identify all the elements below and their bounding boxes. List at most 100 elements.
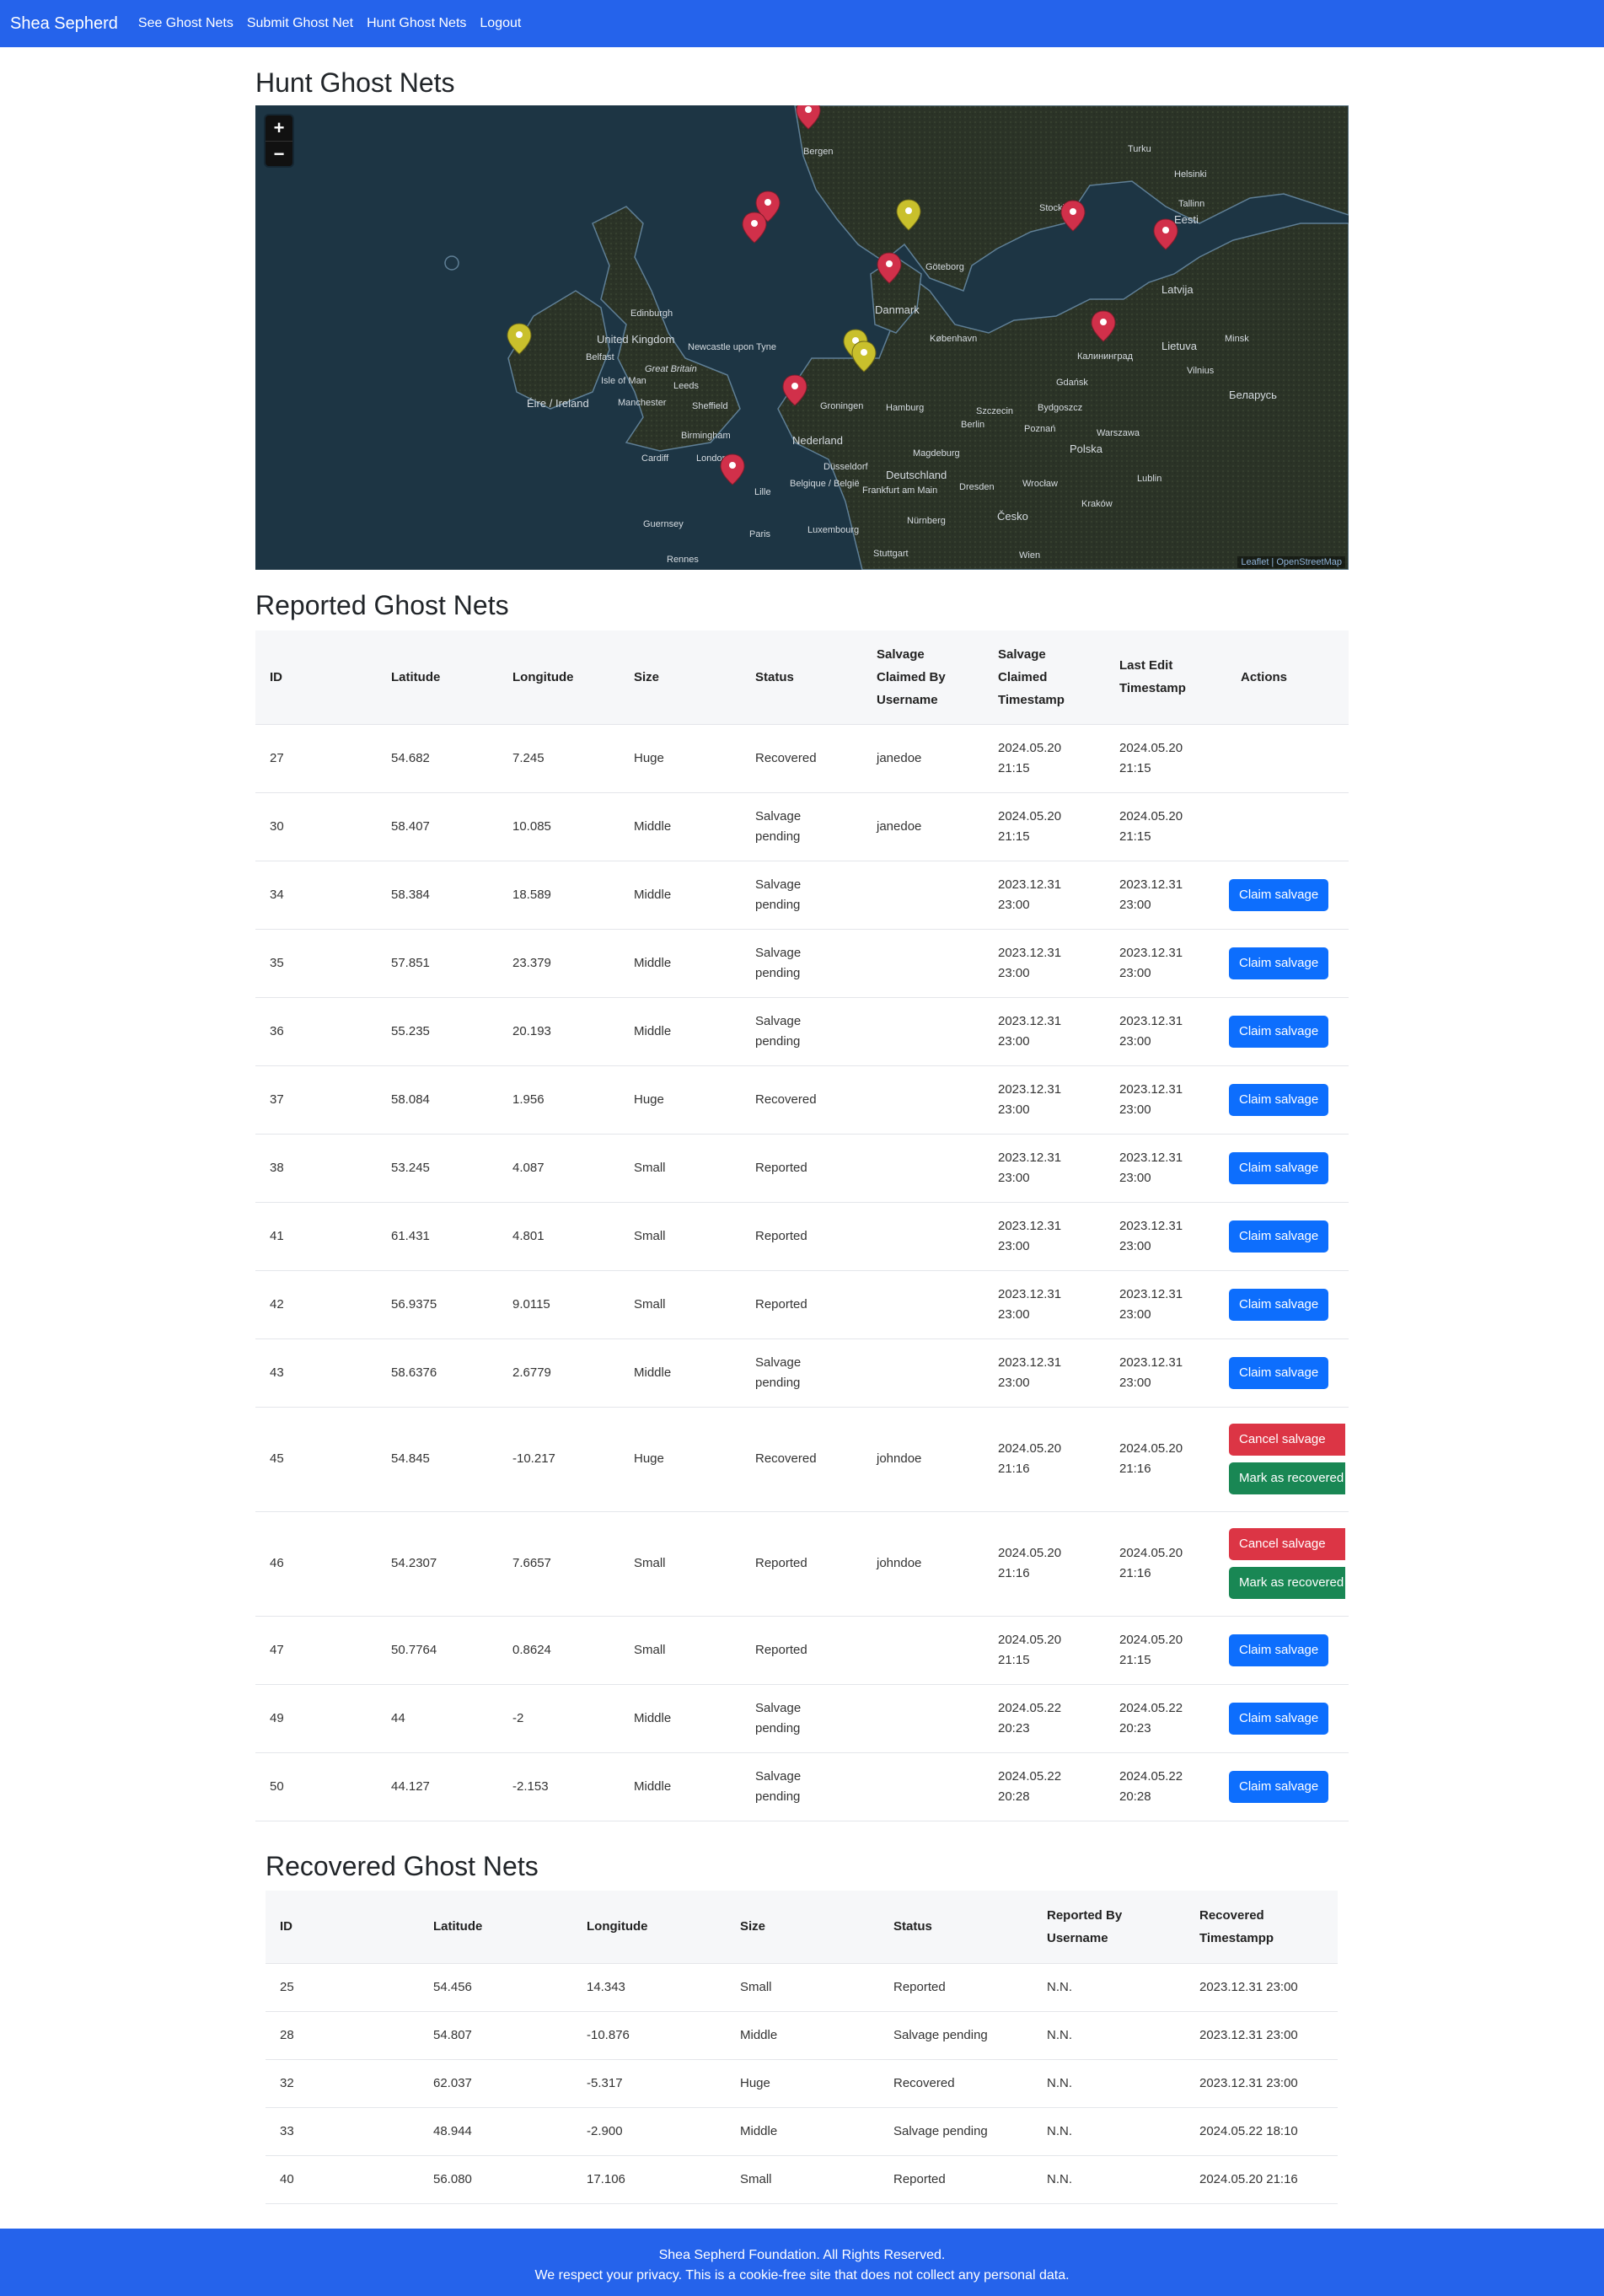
nav-logout[interactable]: Logout xyxy=(480,16,521,31)
rec-cell-id: 40 xyxy=(266,2154,419,2204)
reported-row: 47 50.7764 0.8624 Small Reported 2024.05.20 2… xyxy=(255,1615,1349,1684)
map-label-gdansk: Gdańsk xyxy=(1056,378,1088,388)
cell-latitude: 58.084 xyxy=(377,1065,498,1134)
cell-latitude: 55.235 xyxy=(377,996,498,1065)
brand-link[interactable]: Shea Sepherd xyxy=(10,14,118,34)
cell-status: Salvage pending xyxy=(741,928,862,997)
cell-status: Reported xyxy=(741,1615,862,1684)
map-label-nederland: Nederland xyxy=(792,434,843,447)
map-label-lietuva: Lietuva xyxy=(1161,340,1198,352)
map[interactable]: Bergen Turku Helsinki Tallinn Eesti Stoc… xyxy=(255,105,1349,570)
cell-longitude: 20.193 xyxy=(498,996,620,1065)
claim-salvage-button[interactable]: Claim salvage xyxy=(1229,1288,1329,1321)
cell-id: 41 xyxy=(255,1201,377,1270)
cell-edit-ts: 2024.05.22 20:28 xyxy=(1105,1752,1226,1821)
claim-salvage-button[interactable]: Claim salvage xyxy=(1229,1220,1329,1253)
map-label-sheffield: Sheffield xyxy=(692,401,728,411)
reported-row: 45 54.845 -10.217 Huge Recovered johndoe 2024.… xyxy=(255,1406,1349,1511)
rec-cell-reported-by: N.N. xyxy=(1033,2106,1185,2155)
nav-submit-ghost-net[interactable]: Submit Ghost Net xyxy=(247,16,353,31)
claim-salvage-button[interactable]: Claim salvage xyxy=(1229,1083,1329,1116)
cell-id: 30 xyxy=(255,791,377,861)
cell-status: Reported xyxy=(741,1133,862,1202)
rec-cell-latitude: 56.080 xyxy=(419,2154,572,2204)
nav-see-ghost-nets[interactable]: See Ghost Nets xyxy=(138,16,233,31)
cell-id: 38 xyxy=(255,1133,377,1202)
rec-col-id: ID xyxy=(266,1891,419,1963)
cell-actions: Claim salvage xyxy=(1226,1133,1349,1202)
nav-hunt-ghost-nets[interactable]: Hunt Ghost Nets xyxy=(367,16,466,31)
map-label-stuttgart: Stuttgart xyxy=(873,549,909,559)
col-edit-ts: Last Edit Timestamp xyxy=(1105,630,1226,724)
claim-salvage-button[interactable]: Claim salvage xyxy=(1229,1015,1329,1048)
rec-cell-recovered-ts: 2023.12.31 23:00 xyxy=(1185,2010,1338,2059)
claim-salvage-button[interactable]: Claim salvage xyxy=(1229,878,1329,911)
rec-cell-status: Recovered xyxy=(879,2058,1033,2107)
map-label-kaliningrad: Калининград xyxy=(1077,351,1134,362)
reported-row: 42 56.9375 9.0115 Small Reported 2023.12.31 2… xyxy=(255,1269,1349,1338)
col-id: ID xyxy=(255,630,377,724)
rec-cell-size: Small xyxy=(726,2154,879,2204)
claim-salvage-button[interactable]: Claim salvage xyxy=(1229,947,1329,979)
rec-cell-status: Reported xyxy=(879,1962,1033,2011)
hunt-title: Hunt Ghost Nets xyxy=(255,67,455,98)
map-label-cesko: Česko xyxy=(997,510,1028,523)
mark-recovered-button[interactable]: Mark as recovered xyxy=(1229,1567,1345,1599)
cell-claimed-ts: 2024.05.20 21:15 xyxy=(984,1615,1105,1684)
cancel-salvage-button[interactable]: Cancel salvage xyxy=(1229,1424,1345,1456)
cell-latitude: 61.431 xyxy=(377,1201,498,1270)
cell-claimed-by xyxy=(862,928,984,997)
claim-salvage-button[interactable]: Claim salvage xyxy=(1229,1356,1329,1389)
rec-cell-reported-by: N.N. xyxy=(1033,1962,1185,2011)
cell-size: Huge xyxy=(620,723,741,792)
cell-status: Salvage pending xyxy=(741,1752,862,1821)
cell-id: 34 xyxy=(255,860,377,929)
rec-cell-recovered-ts: 2024.05.20 21:16 xyxy=(1185,2154,1338,2204)
cell-latitude: 58.6376 xyxy=(377,1338,498,1407)
cell-claimed-by: johndoe xyxy=(862,1406,984,1511)
map-label-latvija: Latvija xyxy=(1161,283,1194,296)
claim-salvage-button[interactable]: Claim salvage xyxy=(1229,1151,1329,1184)
cell-edit-ts: 2024.05.20 21:15 xyxy=(1105,723,1226,792)
cell-claimed-ts: 2024.05.20 21:16 xyxy=(984,1510,1105,1616)
zoom-out-button[interactable]: − xyxy=(266,141,292,166)
cell-status: Reported xyxy=(741,1269,862,1338)
cell-latitude: 54.682 xyxy=(377,723,498,792)
cell-actions: Claim salvage xyxy=(1226,928,1349,997)
cell-edit-ts: 2024.05.22 20:23 xyxy=(1105,1683,1226,1752)
map-label-groningen: Groningen xyxy=(820,401,863,411)
zoom-in-button[interactable]: + xyxy=(266,115,292,141)
reported-row: 41 61.431 4.801 Small Reported 2023.12.31 23:… xyxy=(255,1201,1349,1270)
mark-recovered-button[interactable]: Mark as recovered xyxy=(1229,1462,1345,1494)
cell-edit-ts: 2023.12.31 23:00 xyxy=(1105,1338,1226,1407)
cell-claimed-ts: 2024.05.20 21:15 xyxy=(984,723,1105,792)
map-label-turku: Turku xyxy=(1128,144,1151,154)
map-label-berlin: Berlin xyxy=(961,420,984,430)
rec-cell-reported-by: N.N. xyxy=(1033,2058,1185,2107)
cell-size: Small xyxy=(620,1615,741,1684)
cell-edit-ts: 2024.05.20 21:15 xyxy=(1105,1615,1226,1684)
rec-cell-status: Reported xyxy=(879,2154,1033,2204)
cell-size: Middle xyxy=(620,1338,741,1407)
cell-claimed-ts: 2023.12.31 23:00 xyxy=(984,1133,1105,1202)
claim-salvage-button[interactable]: Claim salvage xyxy=(1229,1770,1329,1803)
map-attribution[interactable]: Leaflet | OpenStreetMap xyxy=(1237,556,1345,568)
cell-status: Reported xyxy=(741,1201,862,1270)
recovered-title: Recovered Ghost Nets xyxy=(266,1851,539,1881)
cell-longitude: 23.379 xyxy=(498,928,620,997)
reported-title: Reported Ghost Nets xyxy=(255,590,509,620)
cell-claimed-ts: 2024.05.20 21:16 xyxy=(984,1406,1105,1511)
cancel-salvage-button[interactable]: Cancel salvage xyxy=(1229,1528,1345,1560)
reported-row: 49 44 -2 Middle Salvage pending 2024.05.22 20… xyxy=(255,1683,1349,1752)
cell-edit-ts: 2023.12.31 23:00 xyxy=(1105,928,1226,997)
claim-salvage-button[interactable]: Claim salvage xyxy=(1229,1633,1329,1666)
cell-longitude: 0.8624 xyxy=(498,1615,620,1684)
cell-size: Small xyxy=(620,1510,741,1616)
map-label-vilnius: Vilnius xyxy=(1187,366,1215,376)
claim-salvage-button[interactable]: Claim salvage xyxy=(1229,1702,1329,1735)
cell-edit-ts: 2023.12.31 23:00 xyxy=(1105,1201,1226,1270)
cell-edit-ts: 2024.05.20 21:16 xyxy=(1105,1406,1226,1511)
cell-size: Middle xyxy=(620,791,741,861)
map-label-guernsey: Guernsey xyxy=(643,519,684,529)
cell-status: Salvage pending xyxy=(741,860,862,929)
